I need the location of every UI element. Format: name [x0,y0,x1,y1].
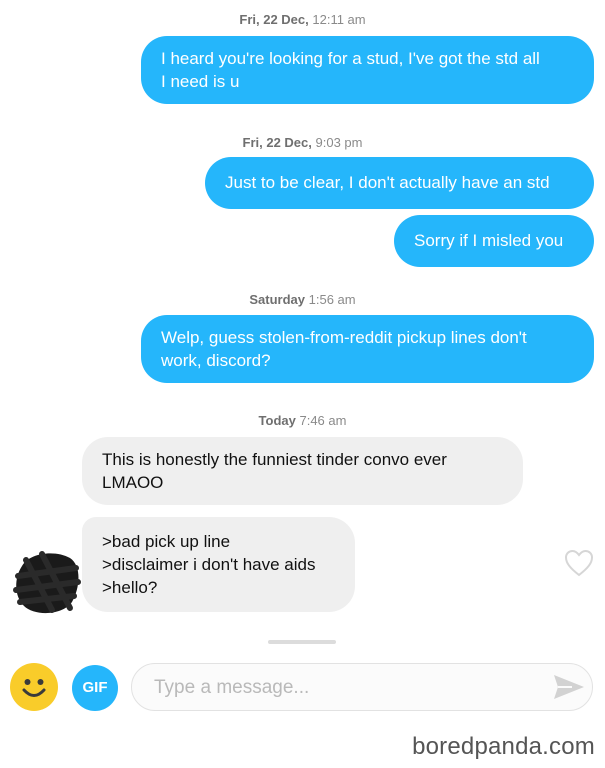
message-input[interactable]: Type a message... [131,663,593,711]
message-line: This is honestly the funniest tinder con… [102,450,447,469]
message-line: >hello? [102,578,158,597]
message-line: I need is u [161,72,240,91]
incoming-message[interactable]: This is honestly the funniest tinder con… [82,437,523,505]
smiley-face-icon [22,679,46,697]
emoji-button[interactable] [10,663,58,711]
timestamp-day: Saturday [249,292,306,307]
message-line: Just to be clear, I don't actually have … [225,173,550,192]
gif-button[interactable]: GIF [72,665,118,711]
avatar[interactable] [12,546,84,618]
message-line: Sorry if I misled you [414,231,564,250]
message-line: work, discord? [161,351,271,370]
message-input-placeholder: Type a message... [154,677,310,698]
send-arrow-icon[interactable] [552,672,586,702]
outgoing-message[interactable]: I heard you're looking for a stud, I've … [141,36,594,104]
timestamp: Fri, 22 Dec, 9:03 pm [0,135,605,150]
timestamp-day: Today [258,413,296,428]
timestamp-time: 7:46 am [299,413,347,428]
timestamp-day: Fri, 22 Dec, [242,135,312,150]
outgoing-message[interactable]: Sorry if I misled you [394,215,594,267]
timestamp-time: 1:56 am [308,292,356,307]
timestamp-day: Fri, 22 Dec, [239,12,309,27]
timestamp: Today 7:46 am [0,413,605,428]
incoming-message[interactable]: >bad pick up line >disclaimer i don't ha… [82,517,355,612]
message-line: >bad pick up line [102,532,231,551]
drag-handle[interactable] [268,640,336,644]
heart-outline-icon[interactable] [564,549,594,577]
message-line: Welp, guess stolen-from-reddit pickup li… [161,328,527,347]
timestamp: Saturday 1:56 am [0,292,605,307]
outgoing-message[interactable]: Just to be clear, I don't actually have … [205,157,594,209]
timestamp-time: 9:03 pm [315,135,363,150]
message-line: I heard you're looking for a stud, I've … [161,49,540,68]
outgoing-message[interactable]: Welp, guess stolen-from-reddit pickup li… [141,315,594,383]
timestamp-time: 12:11 am [312,12,366,27]
timestamp: Fri, 22 Dec, 12:11 am [0,12,605,27]
message-line: LMAOO [102,473,164,492]
message-line: >disclaimer i don't have aids [102,555,316,574]
watermark: boredpanda.com [412,733,595,760]
